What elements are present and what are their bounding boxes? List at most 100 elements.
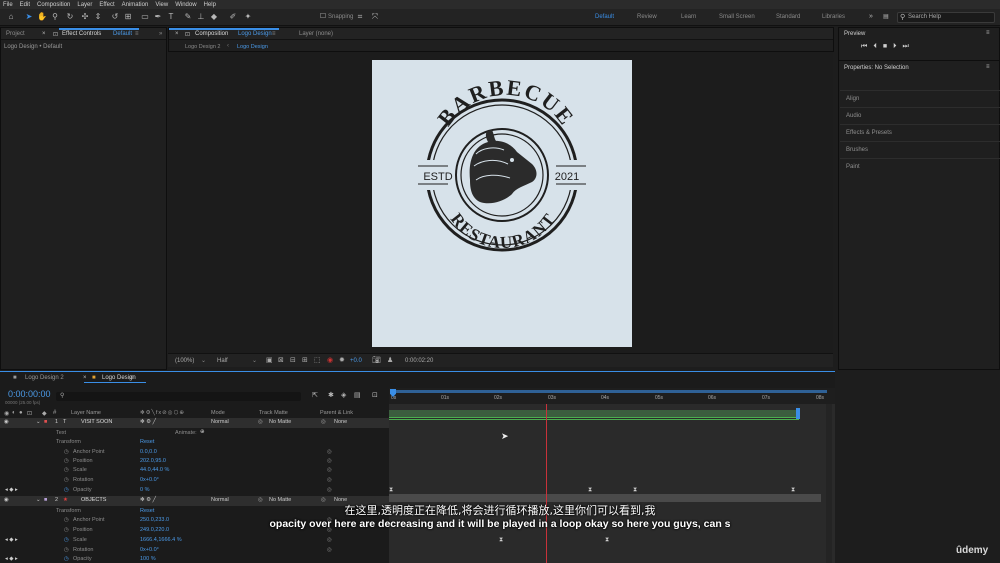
- menu-window[interactable]: Window: [175, 2, 196, 8]
- region-of-interest-icon[interactable]: ⬚: [314, 356, 321, 364]
- stopwatch-icon[interactable]: ◷: [64, 547, 69, 553]
- keyframe-marker[interactable]: ⧗: [633, 487, 637, 493]
- layer-out-point-handle[interactable]: [796, 408, 800, 419]
- transform-group-label[interactable]: Transform: [56, 439, 81, 445]
- stopwatch-icon[interactable]: ◷: [64, 467, 69, 473]
- menu-effect[interactable]: Effect: [99, 2, 114, 8]
- eye-icon[interactable]: ◉: [4, 419, 9, 425]
- layer-mode-dropdown[interactable]: Normal: [211, 419, 229, 425]
- more-workspaces-icon[interactable]: »: [866, 12, 876, 22]
- expand-panels-icon[interactable]: »: [159, 31, 162, 37]
- snapping-checkbox-icon[interactable]: ☐: [318, 12, 328, 22]
- parent-pickwhip-icon[interactable]: ◎: [321, 419, 326, 425]
- effects-presets-panel[interactable]: Effects & Presets: [840, 124, 1000, 140]
- keyframe-marker[interactable]: ⧗: [389, 487, 393, 493]
- expression-icon[interactable]: ◎: [327, 487, 332, 493]
- audio-icon[interactable]: ◐: [12, 410, 16, 416]
- menu-edit[interactable]: Edit: [20, 2, 30, 8]
- lock-icon[interactable]: ⊡: [185, 31, 190, 38]
- shy-layers-icon[interactable]: ◈: [341, 391, 346, 399]
- menu-help[interactable]: Help: [204, 2, 216, 8]
- hand-tool-icon[interactable]: ✋: [37, 12, 47, 22]
- track-matte-icon[interactable]: ◎: [258, 419, 263, 425]
- composition-canvas[interactable]: BARBECUE RESTAURANT ESTD 2021: [372, 60, 632, 347]
- breadcrumb-logo-design-2[interactable]: Logo Design 2: [185, 44, 220, 50]
- tab-layer[interactable]: Layer (none): [299, 31, 333, 37]
- menu-animation[interactable]: Animation: [122, 2, 149, 8]
- time-ruler[interactable]: 0s 01s 02s 03s 04s 05s 06s 07s 08s: [389, 388, 835, 404]
- type-tool-icon[interactable]: T: [166, 12, 176, 22]
- solo-icon[interactable]: ●: [19, 410, 23, 416]
- expression-icon[interactable]: ◎: [327, 467, 332, 473]
- keyframe-marker[interactable]: ⧗: [588, 487, 592, 493]
- layer-name[interactable]: VISIT SOON: [81, 419, 112, 425]
- layer-duration-bar[interactable]: [389, 410, 799, 418]
- search-help-input[interactable]: ⚲ Search Help: [897, 12, 995, 23]
- menu-layer[interactable]: Layer: [77, 2, 92, 8]
- show-snapshot-icon[interactable]: ♟: [387, 356, 393, 364]
- first-frame-icon[interactable]: ⏮: [861, 43, 867, 51]
- dolly-tool-icon[interactable]: ⇕: [93, 12, 103, 22]
- chevron-down-icon[interactable]: ⌄: [252, 357, 257, 364]
- exposure-value[interactable]: +0.0: [350, 358, 362, 364]
- label-color-icon[interactable]: ■: [44, 419, 47, 425]
- workspace-small-screen[interactable]: Small Screen: [719, 14, 755, 20]
- tab-project[interactable]: Project: [6, 31, 25, 37]
- orbit-tool-icon[interactable]: ↻: [65, 12, 75, 22]
- stopwatch-icon[interactable]: ◷: [64, 458, 69, 464]
- workspace-review[interactable]: Review: [637, 14, 657, 20]
- tab-composition[interactable]: Composition: [195, 31, 228, 37]
- property-value[interactable]: 44.0,44.0 %: [140, 467, 169, 473]
- align-panel[interactable]: Align: [840, 90, 1000, 106]
- animate-label[interactable]: Animate:: [175, 430, 197, 436]
- lock-icon[interactable]: ⊡: [27, 410, 32, 417]
- workspace-default[interactable]: Default: [595, 14, 614, 20]
- next-frame-icon[interactable]: ⏵: [893, 43, 897, 51]
- eye-icon[interactable]: ◉: [4, 410, 9, 417]
- effect-controls-target[interactable]: Default: [113, 31, 132, 37]
- last-frame-icon[interactable]: ⏭: [903, 43, 909, 51]
- keyframe-marker[interactable]: ⧗: [791, 487, 795, 493]
- composition-mini-flowchart-icon[interactable]: ⇱: [312, 391, 318, 399]
- stopwatch-icon[interactable]: ◷: [64, 556, 69, 562]
- property-value[interactable]: 0x+0.0°: [140, 547, 159, 553]
- snap-options-icon[interactable]: ⌗: [355, 12, 365, 22]
- close-icon[interactable]: ×: [175, 31, 179, 37]
- selection-tool-icon[interactable]: ➤: [24, 12, 34, 22]
- panel-menu-icon[interactable]: ≡: [135, 31, 139, 37]
- home-icon[interactable]: ⌂: [6, 12, 16, 22]
- work-area-bar[interactable]: [391, 390, 827, 393]
- stopwatch-icon[interactable]: ◷: [64, 477, 69, 483]
- menu-view[interactable]: View: [155, 2, 168, 8]
- close-icon[interactable]: ×: [42, 31, 46, 37]
- brush-tool-icon[interactable]: ✎: [183, 12, 193, 22]
- property-value[interactable]: 0x+0.0°: [140, 477, 159, 483]
- expression-icon[interactable]: ◎: [327, 477, 332, 483]
- workspace-libraries[interactable]: Libraries: [822, 14, 845, 20]
- menu-composition[interactable]: Composition: [37, 2, 70, 8]
- roto-brush-tool-icon[interactable]: ✐: [228, 12, 238, 22]
- workspace-standard[interactable]: Standard: [776, 14, 800, 20]
- close-icon[interactable]: ■: [13, 375, 17, 381]
- chevron-down-icon[interactable]: ⌄: [201, 357, 206, 364]
- parent-dropdown[interactable]: None: [334, 419, 347, 425]
- expression-icon[interactable]: ◎: [327, 547, 332, 553]
- draft-3d-icon[interactable]: ✱: [328, 391, 334, 399]
- expression-icon[interactable]: ◎: [327, 449, 332, 455]
- previous-frame-icon[interactable]: ⏴: [873, 43, 877, 51]
- parent-link-header[interactable]: Parent & Link: [320, 410, 353, 416]
- paint-panel[interactable]: Paint: [840, 158, 1000, 174]
- stopwatch-icon[interactable]: ◷: [64, 487, 69, 493]
- keyframe-navigator-icon[interactable]: ◂ ◆ ▸: [5, 487, 18, 493]
- clone-stamp-tool-icon[interactable]: ⊥: [196, 12, 206, 22]
- graph-editor-icon[interactable]: ⊡: [372, 391, 378, 399]
- grid-guides-icon[interactable]: ⊞: [302, 356, 308, 364]
- property-value[interactable]: 100 %: [140, 556, 156, 562]
- eraser-tool-icon[interactable]: ◆: [209, 12, 219, 22]
- track-matte-header[interactable]: Track Matte: [259, 410, 288, 416]
- panel-menu-icon[interactable]: ≡: [130, 375, 134, 381]
- snapshot-camera-icon[interactable]: 📷︎: [372, 356, 381, 364]
- property-value[interactable]: 202.0,95.0: [140, 458, 166, 464]
- panel-menu-icon[interactable]: ≡: [272, 31, 276, 37]
- puppet-tool-icon[interactable]: ✦: [243, 12, 253, 22]
